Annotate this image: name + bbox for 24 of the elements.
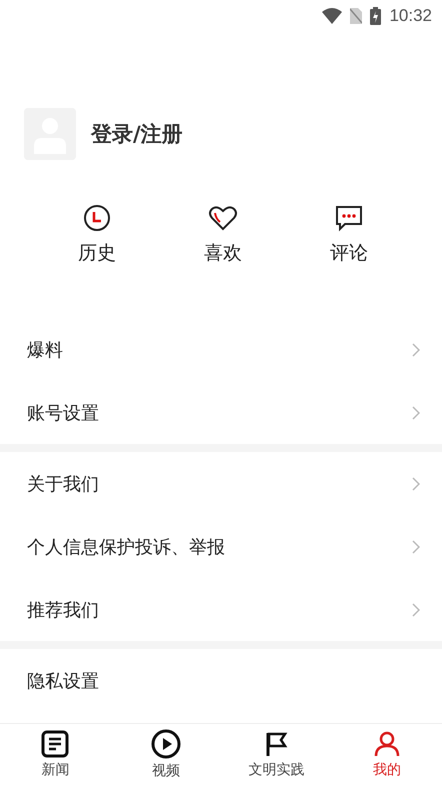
battery-charging-icon: [370, 7, 382, 25]
wifi-icon: [322, 8, 342, 24]
quick-action-button[interactable]: 评论: [330, 204, 368, 278]
menu-item[interactable]: 账号设置: [0, 381, 442, 444]
login-register-link[interactable]: 登录/注册: [91, 120, 183, 148]
person-icon: [372, 730, 401, 758]
comment-icon: [335, 204, 363, 232]
menu-item[interactable]: 爆料: [0, 318, 442, 381]
clock-icon: [83, 204, 111, 232]
nav-tab[interactable]: 文明实践: [231, 730, 322, 779]
no-sim-icon: [350, 8, 362, 24]
quick-action-button[interactable]: 喜欢: [204, 204, 242, 278]
menu-item[interactable]: 隐私设置: [0, 649, 442, 712]
menu-item[interactable]: 个人信息保护投诉、举报: [0, 515, 442, 578]
document-icon: [41, 730, 70, 758]
nav-tab[interactable]: 我的: [342, 730, 432, 779]
menu-item[interactable]: 推荐我们: [0, 578, 442, 641]
heart-icon: [208, 204, 238, 232]
nav-tab[interactable]: 视频: [120, 729, 211, 780]
play-icon: [150, 729, 181, 759]
nav-tab[interactable]: 新闻: [10, 730, 100, 779]
menu-item[interactable]: 关于我们: [0, 452, 442, 515]
quick-action-button[interactable]: 历史: [78, 204, 116, 278]
status-time: 10:32: [389, 6, 432, 26]
